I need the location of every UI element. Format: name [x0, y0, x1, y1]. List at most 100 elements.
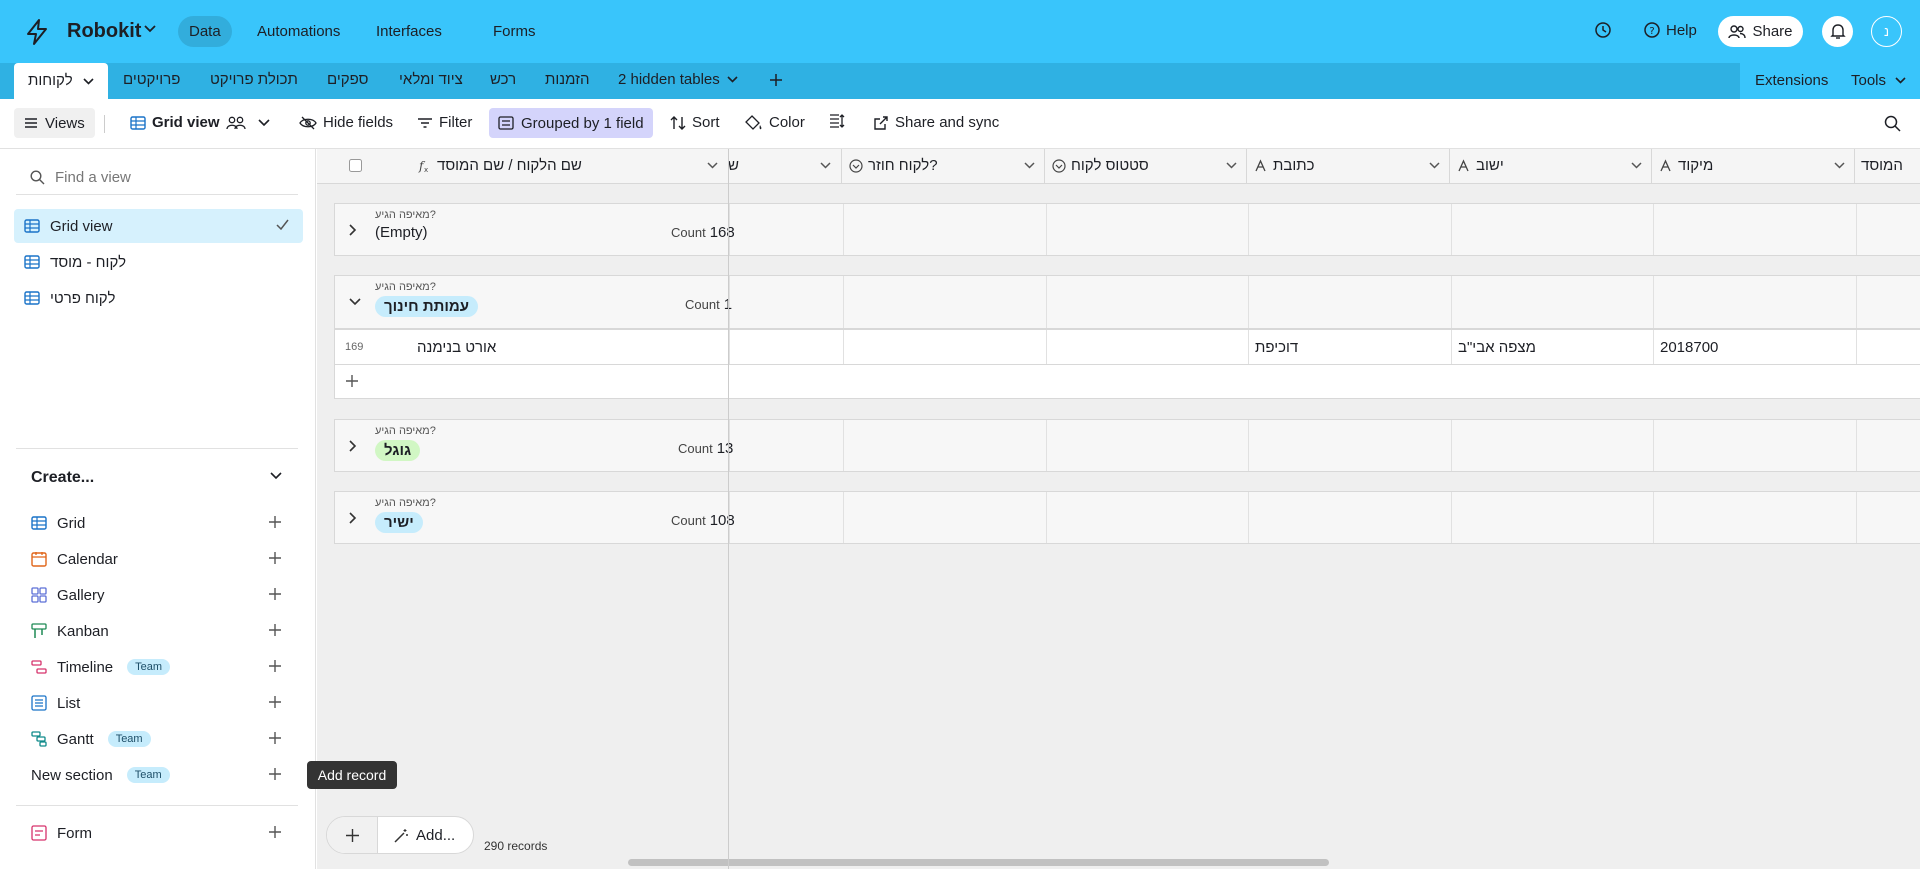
lightning-logo-icon[interactable] — [24, 18, 50, 46]
cell-address[interactable]: דוכיפת — [1255, 339, 1298, 356]
find-view-row[interactable]: Find a view — [16, 161, 298, 195]
views-button[interactable]: Views — [14, 108, 95, 138]
view-item-private[interactable]: לקוח פרטי — [14, 281, 303, 315]
plus-icon[interactable] — [268, 551, 282, 565]
share-sync-button[interactable]: Share and sync — [873, 114, 999, 131]
add-with-ai-button[interactable]: Add... — [393, 827, 455, 844]
cell-name[interactable]: אורט בנימנה — [417, 339, 496, 356]
sort-button[interactable]: Sort — [670, 114, 720, 131]
table-tab-project-scope[interactable]: תכולת פרויקט — [210, 71, 298, 88]
plus-icon[interactable] — [268, 825, 282, 839]
chevron-right-icon[interactable] — [349, 224, 357, 236]
create-form[interactable]: Form — [31, 819, 287, 847]
table-row[interactable]: 169 אורט בנימנה דוכיפת מצפה אבי"ב 201870… — [334, 329, 1920, 365]
view-item-institution[interactable]: לקוח - מוסד — [14, 245, 303, 279]
select-all-checkbox[interactable] — [349, 159, 362, 172]
group-education[interactable]: מאיפה הגיע? עמותת חינוך Count1 — [334, 275, 1920, 329]
hide-fields-button[interactable]: Hide fields — [299, 114, 393, 131]
notifications-button[interactable] — [1822, 16, 1853, 47]
help-button[interactable]: Help — [1666, 22, 1697, 39]
row-height-button[interactable] — [829, 114, 845, 128]
cell-zip[interactable]: 2018700 — [1660, 339, 1718, 356]
chevron-down-icon[interactable] — [820, 162, 831, 169]
chevron-down-icon[interactable] — [707, 162, 718, 169]
plus-icon[interactable] — [268, 515, 282, 529]
add-row-button[interactable] — [334, 365, 1920, 399]
add-record-button[interactable] — [327, 817, 378, 853]
plus-icon[interactable] — [268, 767, 282, 781]
plus-icon[interactable] — [268, 623, 282, 637]
create-section-header[interactable]: Create... — [31, 469, 291, 487]
plus-icon[interactable] — [268, 587, 282, 601]
chevron-down-icon[interactable] — [1226, 162, 1237, 169]
group-direct[interactable]: מאיפה הגיע? ישיר Count 108 — [334, 491, 1920, 544]
table-tab-projects[interactable]: פרויקטים — [123, 71, 180, 88]
nav-forms[interactable]: Forms — [482, 16, 547, 47]
chevron-right-icon[interactable] — [349, 512, 357, 524]
chevron-down-icon[interactable] — [1429, 162, 1440, 169]
chevron-down-icon[interactable] — [1834, 162, 1845, 169]
nav-interfaces[interactable]: Interfaces — [365, 16, 453, 47]
chevron-down-icon[interactable] — [144, 25, 156, 33]
view-item-grid[interactable]: Grid view — [14, 209, 303, 243]
create-kanban[interactable]: Kanban — [31, 617, 287, 645]
cell-divider — [1046, 420, 1047, 471]
table-tab-purchasing[interactable]: רכש — [490, 71, 516, 88]
plus-icon[interactable] — [268, 695, 282, 709]
find-view-input[interactable]: Find a view — [55, 169, 131, 186]
horizontal-scrollbar[interactable] — [628, 859, 1329, 866]
table-tab-suppliers[interactable]: ספקים — [327, 71, 368, 88]
history-icon[interactable] — [1594, 21, 1612, 39]
chevron-down-icon[interactable] — [270, 472, 282, 480]
column-header-zip[interactable]: מיקוד — [1652, 149, 1855, 184]
nav-automations[interactable]: Automations — [246, 16, 351, 47]
column-header-institution[interactable]: המוסד — [1855, 149, 1920, 184]
plus-icon[interactable] — [268, 731, 282, 745]
chevron-down-icon[interactable] — [1895, 77, 1906, 84]
create-timeline[interactable]: Timeline Team — [31, 653, 287, 681]
count-label: Count — [678, 441, 713, 456]
chevron-down-icon[interactable] — [1631, 162, 1642, 169]
column-header-returning[interactable]: לקוח חוזר? — [842, 149, 1045, 184]
create-gantt[interactable]: Gantt Team — [31, 725, 287, 753]
tools-button[interactable]: Tools — [1851, 72, 1886, 89]
extensions-button[interactable]: Extensions — [1755, 72, 1828, 89]
chevron-down-icon[interactable] — [349, 298, 361, 306]
column-header-status[interactable]: סטטוס לקוח — [1045, 149, 1247, 184]
create-list[interactable]: List — [31, 689, 287, 717]
grouped-button[interactable]: Grouped by 1 field — [489, 108, 653, 138]
plus-icon[interactable] — [268, 659, 282, 673]
create-gallery[interactable]: Gallery — [31, 581, 287, 609]
column-header-partial[interactable]: ש — [728, 149, 842, 184]
add-table-plus-icon[interactable] — [768, 72, 784, 88]
primary-column-header[interactable]: fx שם הלקוח / שם המוסד — [317, 149, 728, 184]
table-tab-equipment[interactable]: ציוד ומלאי — [399, 71, 463, 88]
column-header-city[interactable]: ישוב — [1450, 149, 1652, 184]
help-icon[interactable]: ? — [1643, 21, 1661, 39]
chevron-down-icon[interactable] — [1024, 162, 1035, 169]
base-name[interactable]: Robokit — [67, 20, 141, 43]
color-button[interactable]: Color — [745, 114, 805, 131]
group-google[interactable]: מאיפה הגיע? גוגל Count 13 — [334, 419, 1920, 472]
group-empty[interactable]: מאיפה הגיע? (Empty) Count 168 — [334, 203, 1920, 256]
grid-view-switcher[interactable]: Grid view — [130, 114, 270, 131]
chevron-right-icon[interactable] — [349, 440, 357, 452]
search-icon[interactable] — [1884, 115, 1901, 132]
create-grid[interactable]: Grid — [31, 509, 287, 537]
nav-data[interactable]: Data — [178, 16, 232, 47]
new-section[interactable]: New section Team — [31, 761, 287, 789]
share-button[interactable]: Share — [1718, 16, 1803, 47]
create-item-label: Gantt — [57, 730, 94, 748]
create-calendar[interactable]: Calendar — [31, 545, 287, 573]
chevron-down-icon[interactable] — [83, 77, 94, 85]
column-label: מיקוד — [1678, 157, 1714, 174]
column-label: לקוח חוזר? — [868, 157, 938, 174]
avatar[interactable]: נ — [1871, 16, 1902, 47]
plus-icon[interactable] — [345, 374, 359, 388]
table-tab-active[interactable]: לקוחות — [14, 63, 108, 99]
hidden-tables-button[interactable]: 2 hidden tables — [618, 71, 738, 88]
cell-city[interactable]: מצפה אבי"ב — [1458, 339, 1536, 356]
filter-button[interactable]: Filter — [417, 114, 472, 131]
column-header-address[interactable]: כתובת — [1247, 149, 1450, 184]
table-tab-orders[interactable]: הזמנות — [545, 71, 589, 88]
